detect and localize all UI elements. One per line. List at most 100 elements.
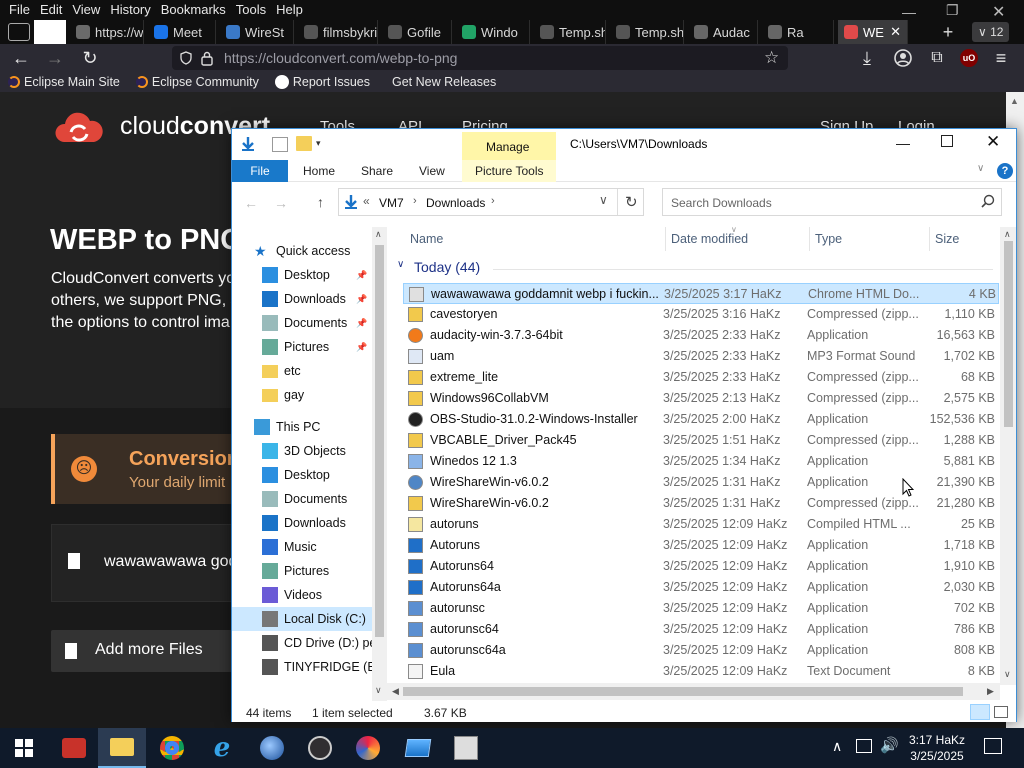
browser-tab[interactable]: WireSt	[220, 20, 294, 44]
file-row[interactable]: Autoruns 3/25/2025 12:09 HaKz Application 1…	[403, 535, 999, 556]
file-row[interactable]: Autoruns64a 3/25/2025 12:09 HaKz Applicati…	[403, 577, 999, 598]
file-list-vertical-scrollbar[interactable]: ∧ ∨	[1000, 227, 1016, 685]
column-divider[interactable]	[809, 227, 810, 251]
tab-overflow-button[interactable]: ∨ 12	[972, 22, 1010, 42]
new-tab-button[interactable]: +	[938, 22, 958, 42]
menu-bookmarks[interactable]: Bookmarks	[156, 0, 231, 20]
cloudconvert-logo-icon[interactable]	[54, 110, 104, 146]
menu-edit[interactable]: Edit	[35, 0, 67, 20]
nav-item[interactable]: Desktop	[232, 463, 372, 487]
ribbon-tab-share[interactable]: Share	[350, 160, 404, 182]
menu-view[interactable]: View	[67, 0, 105, 20]
browser-tab[interactable]: Ra	[762, 20, 834, 44]
search-downloads-input[interactable]: Search Downloads	[662, 188, 1002, 216]
scroll-down-icon[interactable]: ∨	[375, 685, 382, 696]
nav-item[interactable]: gay	[232, 383, 372, 407]
blank-tab[interactable]	[34, 20, 66, 44]
menu-tools[interactable]: Tools	[231, 0, 271, 20]
file-row[interactable]: Eula 3/25/2025 12:09 HaKz Text Document 8 K…	[403, 661, 999, 682]
bookmark-new-releases[interactable]: Get New Releases	[392, 75, 496, 89]
pin-icon[interactable]: 📌	[356, 342, 367, 353]
tray-overflow-icon[interactable]: ∧	[832, 738, 842, 755]
large-icons-view-icon[interactable]	[994, 706, 1008, 718]
forward-button[interactable]: →	[44, 47, 66, 69]
network-icon[interactable]	[856, 739, 872, 753]
nav-item[interactable]: Desktop 📌	[232, 263, 372, 287]
ribbon-tab-file[interactable]: File	[232, 160, 288, 182]
nav-item[interactable]: Pictures	[232, 559, 372, 583]
nav-item[interactable]: Music	[232, 535, 372, 559]
search-icon[interactable]	[981, 194, 995, 208]
scroll-thumb[interactable]	[403, 687, 963, 696]
file-row[interactable]: autoruns 3/25/2025 12:09 HaKz Compiled HTM…	[403, 514, 999, 535]
tab-list-icon[interactable]	[8, 23, 30, 41]
properties-icon[interactable]	[272, 137, 288, 152]
pin-icon[interactable]: 📌	[356, 270, 367, 281]
navigation-pane-scrollbar[interactable]: ∧ ∨	[372, 227, 387, 701]
breadcrumb-overflow-icon[interactable]: «	[363, 194, 370, 208]
up-arrow-icon[interactable]: ↑	[317, 194, 324, 210]
ribbon-tab-picture-tools[interactable]: Picture Tools	[462, 160, 556, 182]
back-button[interactable]: ←	[10, 47, 32, 69]
file-row[interactable]: VBCABLE_Driver_Pack45 3/25/2025 1:51 HaKz…	[403, 430, 999, 451]
nav-item[interactable]: CD Drive (D:) per	[232, 631, 381, 655]
taskbar-obs[interactable]	[296, 728, 344, 768]
details-view-icon[interactable]	[970, 704, 990, 720]
ribbon-tab-home[interactable]: Home	[292, 160, 346, 182]
file-row[interactable]: extreme_lite 3/25/2025 2:33 HaKz Compresse…	[403, 367, 999, 388]
column-divider[interactable]	[665, 227, 666, 251]
manage-context-tab[interactable]: Manage	[462, 132, 556, 160]
new-folder-icon[interactable]	[296, 136, 312, 151]
nav-item[interactable]: TINYFRIDGE (E:)	[232, 655, 383, 679]
breadcrumb-downloads[interactable]: Downloads	[426, 196, 485, 210]
nav-item[interactable]: etc	[232, 359, 372, 383]
tab-close-icon[interactable]: ✕	[890, 24, 907, 40]
bookmark-eclipse-main[interactable]: Eclipse Main Site	[8, 75, 120, 89]
breadcrumb-separator-icon[interactable]: ›	[491, 195, 495, 207]
file-row[interactable]: Autoruns64 3/25/2025 12:09 HaKz Applicatio…	[403, 556, 999, 577]
group-header-today[interactable]: Today (44)	[414, 259, 480, 275]
lock-icon[interactable]	[200, 50, 214, 66]
pin-icon[interactable]: 📌	[356, 294, 367, 305]
bookmark-eclipse-community[interactable]: Eclipse Community	[135, 75, 259, 89]
file-row[interactable]: cavestoryen 3/25/2025 3:16 HaKz Compressed…	[403, 304, 999, 325]
help-icon[interactable]: ?	[997, 163, 1013, 179]
group-collapse-icon[interactable]: ∨	[397, 259, 404, 270]
browser-tab[interactable]: https://wo	[70, 20, 144, 44]
taskbar-globe-app[interactable]	[248, 728, 296, 768]
column-header-type[interactable]: Type	[815, 227, 842, 251]
nav-item[interactable]: Documents 📌	[232, 311, 372, 335]
explorer-maximize-icon[interactable]	[941, 135, 953, 147]
browser-tab[interactable]: filmsbykris	[298, 20, 378, 44]
browser-tab[interactable]: Temp.sh | c	[610, 20, 684, 44]
scroll-thumb[interactable]	[375, 245, 384, 637]
nav-item[interactable]: Pictures 📌	[232, 335, 372, 359]
taskbar-app-1[interactable]	[50, 728, 98, 768]
close-icon[interactable]: ✕	[992, 2, 1005, 22]
account-icon[interactable]	[892, 47, 914, 69]
ublock-icon[interactable]: uO	[960, 49, 978, 67]
nav-item[interactable]: Downloads 📌	[232, 287, 372, 311]
browser-tab[interactable]: WE ✕	[838, 20, 908, 44]
file-row[interactable]: wawawawawa goddamnit webp i fuckin... 3/2…	[403, 283, 999, 304]
nav-item[interactable]: Videos	[232, 583, 372, 607]
file-row[interactable]: Windows96CollabVM 3/25/2025 2:13 HaKz Comp…	[403, 388, 999, 409]
column-header-size[interactable]: Size	[935, 227, 959, 251]
breadcrumb-separator-icon[interactable]: ›	[413, 195, 417, 207]
start-button[interactable]	[0, 728, 48, 768]
explorer-close-icon[interactable]: ✕	[986, 132, 1000, 152]
scroll-up-icon[interactable]: ∧	[375, 229, 382, 240]
bookmark-star-icon[interactable]: ☆	[764, 48, 779, 68]
nav-item[interactable]: Local Disk (C:)	[232, 607, 372, 631]
menu-history[interactable]: History	[105, 0, 155, 20]
nav-item[interactable]: Documents	[232, 487, 372, 511]
file-list-horizontal-scrollbar[interactable]: ◀ ▶	[387, 683, 1000, 700]
menu-file[interactable]: File	[4, 0, 35, 20]
explorer-minimize-icon[interactable]: —	[896, 135, 910, 151]
file-row[interactable]: audacity-win-3.7.3-64bit 3/25/2025 2:33 H…	[403, 325, 999, 346]
taskbar-chrome[interactable]	[148, 728, 196, 768]
scroll-thumb[interactable]	[1004, 241, 1013, 427]
file-row[interactable]: autorunsc64 3/25/2025 12:09 HaKz Applicati…	[403, 619, 999, 640]
nav-item[interactable]: Downloads	[232, 511, 372, 535]
breadcrumb-vm7[interactable]: VM7	[379, 196, 404, 210]
